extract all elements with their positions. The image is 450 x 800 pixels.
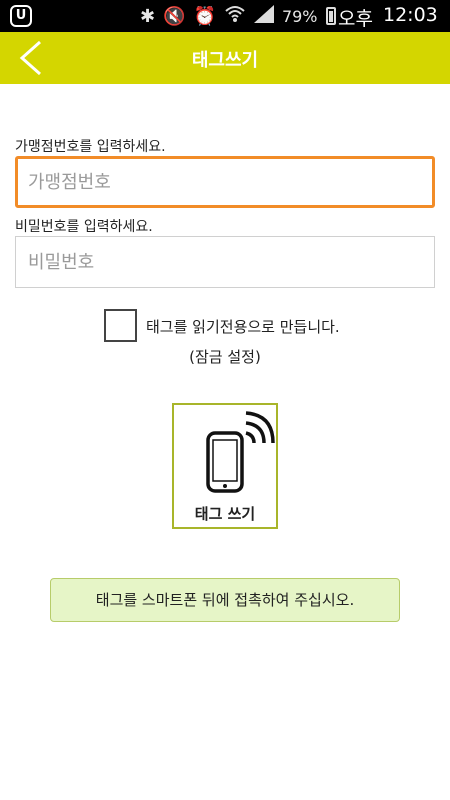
app-header: 태그쓰기 [0,32,450,84]
status-bar: U ✱ 🔇 ⏰ 79% 오후 12:03 [0,0,450,32]
password-input[interactable] [15,236,435,288]
readonly-checkbox[interactable] [104,309,137,342]
smartphone-nfc-icon [206,411,275,493]
alarm-icon: ⏰ [193,5,216,27]
app-u-icon: U [10,5,32,27]
readonly-sublabel: (잠금 설정) [189,348,261,366]
status-ampm: 오후 [338,8,373,30]
write-tag-button[interactable]: 태그 쓰기 [172,403,278,529]
signal-icon [253,4,274,28]
write-tag-label: 태그 쓰기 [194,505,256,523]
wifi-icon [224,5,246,28]
instruction-notice: 태그를 스마트폰 뒤에 접촉하여 주십시오. [50,578,400,622]
page-title: 태그쓰기 [191,50,259,71]
battery-icon [325,7,336,25]
battery-percent: 79% [281,6,318,26]
store-number-label: 가맹점번호를 입력하세요. [15,139,166,155]
mute-icon: 🔇 [163,5,186,27]
password-label: 비밀번호를 입력하세요. [15,219,153,235]
readonly-label: 태그를 읽기전용으로 만듭니다. [146,318,340,336]
status-icons: ✱ 🔇 ⏰ 79% [140,4,336,28]
store-number-input[interactable] [15,156,435,208]
bluetooth-icon: ✱ [140,5,156,27]
status-time: 12:03 [383,4,438,26]
